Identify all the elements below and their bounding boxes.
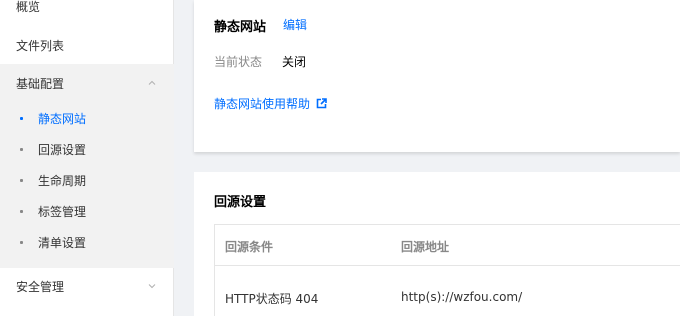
sidebar-item-label: 生命周期 [38, 173, 87, 188]
sidebar: 概览 文件列表 基础配置 静态网站 回源设置 生命周期 标签管理 清单设置 安全… [0, 0, 174, 316]
external-link-icon [316, 98, 327, 109]
chevron-down-icon [148, 284, 156, 289]
sidebar-item-lifecycle[interactable]: 生命周期 [0, 165, 174, 195]
sidebar-item-label: 回源设置 [38, 142, 87, 157]
cell-condition: HTTP状态码 404 [225, 292, 319, 306]
bullet-icon [20, 241, 23, 244]
edit-link[interactable]: 编辑 [283, 16, 307, 33]
help-link[interactable]: 静态网站使用帮助 [214, 95, 327, 112]
sidebar-item-label: 清单设置 [38, 235, 87, 250]
nav-item-security[interactable]: 安全管理 [0, 271, 174, 301]
nav-item-label: 安全管理 [16, 279, 65, 294]
sidebar-item-static-website[interactable]: 静态网站 [0, 103, 174, 133]
static-website-card: 静态网站 编辑 当前状态 关闭 静态网站使用帮助 [194, 0, 680, 152]
column-header-condition: 回源条件 [225, 240, 274, 254]
origin-settings-card: 回源设置 回源条件 回源地址 HTTP状态码 404 http(s)://wzf… [194, 172, 680, 316]
sidebar-item-label: 静态网站 [38, 111, 87, 126]
help-link-label: 静态网站使用帮助 [214, 97, 311, 111]
sidebar-item-label: 标签管理 [38, 204, 87, 219]
bullet-icon [20, 210, 23, 213]
sidebar-item-tag-management[interactable]: 标签管理 [0, 196, 174, 226]
cell-address: http(s)://wzfou.com/ [401, 290, 523, 304]
card-title: 回源设置 [214, 195, 267, 210]
nav-item-label: 文件列表 [16, 38, 65, 53]
card-title: 静态网站 [214, 20, 267, 35]
nav-group-header-basic-config[interactable]: 基础配置 [0, 64, 174, 102]
nav-item-label: 概览 [16, 0, 41, 14]
status-value: 关闭 [282, 55, 307, 69]
nav-group-basic-config: 基础配置 静态网站 回源设置 生命周期 标签管理 清单设置 [0, 64, 174, 268]
bullet-icon [20, 179, 23, 182]
origin-table: 回源条件 回源地址 HTTP状态码 404 http(s)://wzfou.co… [214, 224, 680, 316]
bullet-icon [20, 117, 23, 120]
table-header: 回源条件 回源地址 [215, 225, 680, 266]
status-label: 当前状态 [214, 55, 263, 69]
nav-group-label: 基础配置 [16, 76, 65, 91]
nav-item-file-list[interactable]: 文件列表 [0, 30, 174, 60]
chevron-up-icon [148, 80, 156, 85]
nav-item-overview[interactable]: 概览 [0, 0, 174, 21]
bullet-icon [20, 148, 23, 151]
sidebar-item-inventory-settings[interactable]: 清单设置 [0, 227, 174, 257]
sidebar-item-origin-settings[interactable]: 回源设置 [0, 134, 174, 164]
column-header-address: 回源地址 [401, 240, 450, 254]
